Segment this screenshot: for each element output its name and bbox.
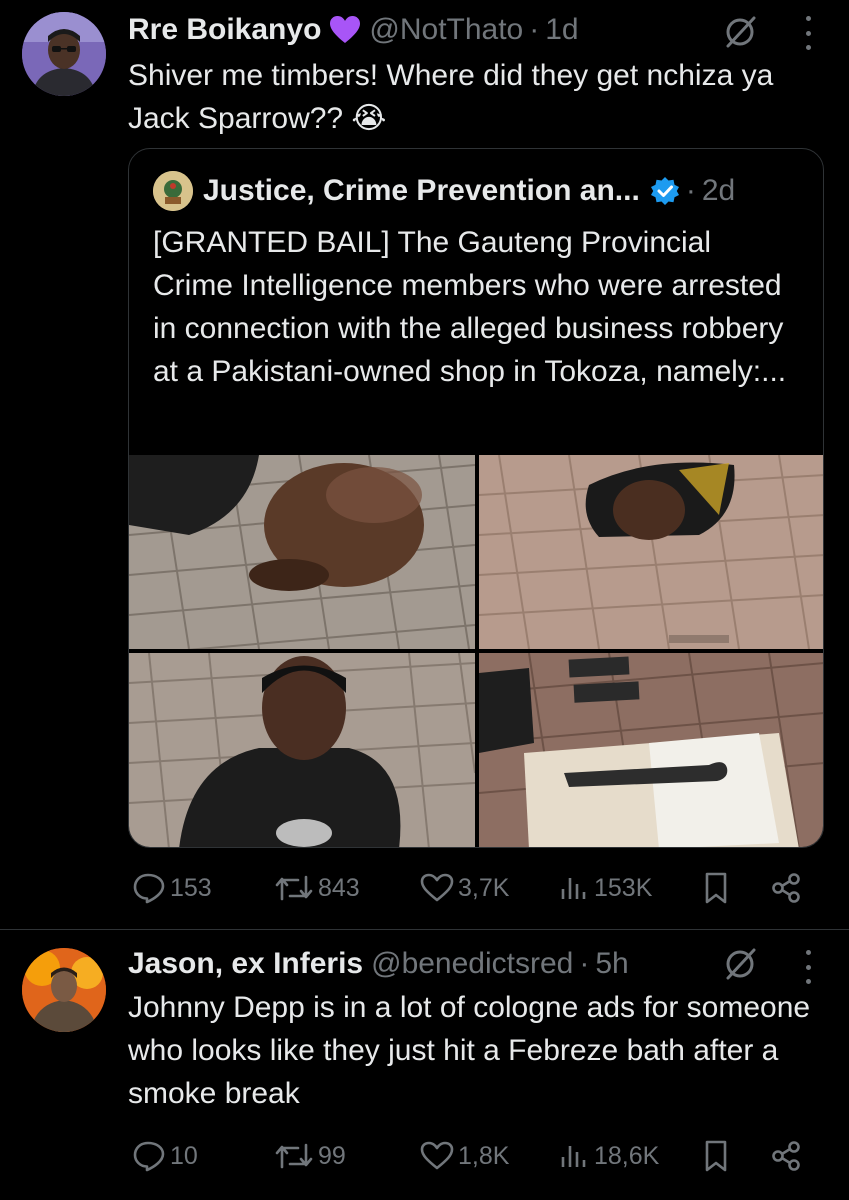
divider — [0, 929, 849, 930]
bookmark-button[interactable] — [702, 866, 734, 910]
share-icon — [772, 1141, 800, 1171]
share-button[interactable] — [770, 866, 806, 910]
bookmark-button[interactable] — [702, 1134, 734, 1178]
action-bar: 153 843 3,7K 153K — [128, 866, 828, 910]
reply-count: 153 — [170, 873, 212, 902]
avatar[interactable] — [22, 948, 106, 1032]
tweet-text: Shiver me timbers! Where did they get nc… — [128, 59, 774, 135]
author-handle[interactable]: @benedictsred — [371, 947, 573, 981]
author-name[interactable]: Jason, ex Inferis — [128, 947, 363, 981]
reply-icon — [133, 1141, 165, 1172]
views-count: 18,6K — [594, 1141, 660, 1170]
verified-badge-icon — [650, 176, 680, 206]
quoted-tweet[interactable]: Justice, Crime Prevention an... · 2d [GR… — [128, 148, 824, 848]
share-button[interactable] — [770, 1134, 806, 1178]
reply-button[interactable]: 10 — [132, 1134, 198, 1178]
like-button[interactable]: 3,7K — [420, 866, 509, 910]
views-icon — [561, 878, 586, 899]
quoted-timestamp[interactable]: 2d — [702, 174, 735, 208]
purple-heart-icon — [329, 15, 361, 45]
tweet-text: Johnny Depp is in a lot of cologne ads f… — [128, 991, 811, 1110]
separator-dot: · — [685, 174, 696, 207]
photo-grid — [129, 455, 823, 847]
avatar[interactable] — [22, 12, 106, 96]
action-bar: 10 99 1,8K 18,6K — [128, 1134, 828, 1178]
bookmark-icon — [705, 872, 727, 904]
repost-count: 99 — [318, 1141, 346, 1170]
views-icon — [561, 1146, 586, 1167]
like-icon — [420, 873, 454, 902]
reply-count: 10 — [170, 1141, 198, 1170]
share-icon — [772, 873, 800, 903]
quoted-tweet-header: Justice, Crime Prevention an... · 2d — [153, 171, 735, 211]
like-count: 1,8K — [458, 1141, 510, 1170]
grok-icon[interactable] — [722, 946, 758, 982]
like-button[interactable]: 1,8K — [420, 1134, 509, 1178]
photo-2[interactable] — [479, 455, 823, 649]
views-button[interactable]: 153K — [558, 866, 652, 910]
photo-3[interactable] — [129, 653, 475, 847]
photo-4[interactable] — [479, 653, 823, 847]
more-icon[interactable] — [802, 16, 814, 50]
tweet-1[interactable]: Rre Boikanyo @NotThato · 1d Shiver me ti… — [0, 0, 849, 930]
reply-icon — [133, 873, 165, 904]
grok-icon[interactable] — [722, 14, 758, 50]
photo-1[interactable] — [129, 455, 475, 649]
timestamp[interactable]: 5h — [595, 947, 628, 981]
reply-button[interactable]: 153 — [132, 866, 212, 910]
repost-icon — [275, 875, 313, 901]
bookmark-icon — [705, 1140, 727, 1172]
like-count: 3,7K — [458, 873, 510, 902]
views-count: 153K — [594, 873, 653, 902]
author-name[interactable]: Rre Boikanyo — [128, 13, 321, 47]
repost-button[interactable]: 843 — [274, 866, 360, 910]
timestamp[interactable]: 1d — [545, 13, 578, 47]
views-button[interactable]: 18,6K — [558, 1134, 659, 1178]
tweet-header: Jason, ex Inferis @benedictsred · 5h — [128, 944, 629, 984]
separator-dot: · — [529, 13, 540, 46]
repost-icon — [275, 1143, 313, 1169]
quoted-tweet-text: [GRANTED BAIL] The Gauteng Provincial Cr… — [153, 226, 787, 388]
quoted-avatar[interactable] — [153, 171, 193, 211]
repost-button[interactable]: 99 — [274, 1134, 346, 1178]
repost-count: 843 — [318, 873, 360, 902]
tweet-header: Rre Boikanyo @NotThato · 1d — [128, 10, 579, 50]
more-icon[interactable] — [802, 950, 814, 984]
quoted-author-name[interactable]: Justice, Crime Prevention an... — [203, 174, 640, 208]
author-handle[interactable]: @NotThato — [369, 13, 523, 47]
separator-dot: · — [579, 947, 590, 980]
like-icon — [420, 1141, 454, 1170]
